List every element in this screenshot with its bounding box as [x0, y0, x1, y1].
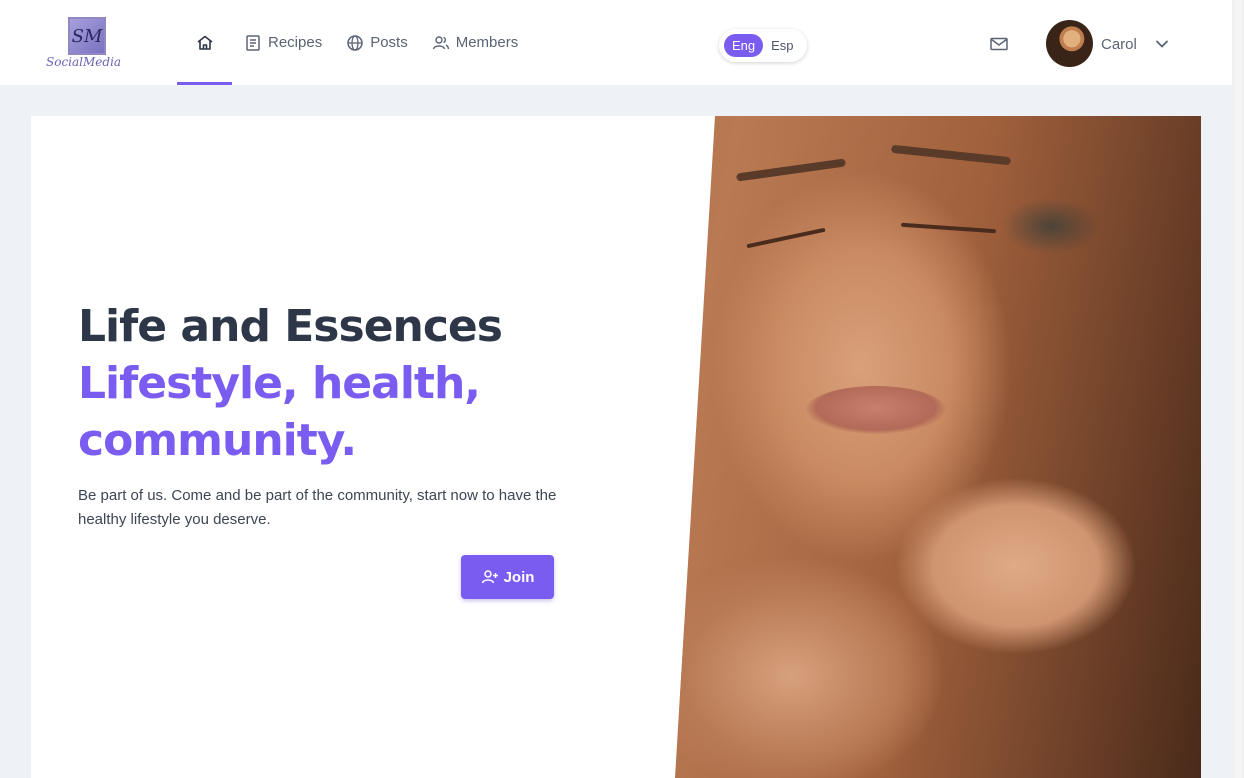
- hero-section: Life and Essences Lifestyle, health, com…: [31, 116, 1201, 778]
- main-nav: Recipes Posts Members: [177, 0, 530, 85]
- language-toggle: Eng Esp: [719, 29, 807, 62]
- hero-headline: Life and Essences Lifestyle, health, com…: [78, 298, 503, 469]
- logo-mark: SM: [68, 17, 106, 55]
- logo-wordmark: SocialMedia: [46, 55, 122, 69]
- nav-recipes[interactable]: Recipes: [232, 0, 334, 85]
- nav-recipes-label: Recipes: [268, 34, 323, 51]
- join-button[interactable]: Join: [461, 555, 554, 599]
- top-navbar: SM SocialMedia Recipes Posts Members Eng…: [0, 0, 1232, 85]
- page-scrollbar[interactable]: [1232, 0, 1244, 778]
- nav-home[interactable]: [177, 0, 232, 85]
- mail-icon[interactable]: [989, 35, 1009, 53]
- user-name[interactable]: Carol: [1101, 36, 1137, 53]
- chevron-down-icon[interactable]: [1154, 37, 1170, 51]
- nav-posts-label: Posts: [370, 34, 408, 51]
- hero-highlight-line1: Lifestyle, health,: [78, 358, 481, 409]
- scrollbar-thumb[interactable]: [1235, 0, 1241, 778]
- nav-members-label: Members: [455, 34, 519, 51]
- users-icon: [432, 34, 450, 52]
- join-button-label: Join: [503, 568, 535, 586]
- hero-highlight-line2: community.: [78, 415, 357, 466]
- nav-members[interactable]: Members: [420, 0, 531, 85]
- hero-title: Life and Essences: [78, 301, 503, 352]
- book-icon: [244, 34, 262, 52]
- lang-esp-option[interactable]: Esp: [763, 34, 801, 57]
- lang-eng-option[interactable]: Eng: [724, 34, 764, 57]
- logo-monogram: SM: [71, 25, 103, 47]
- home-icon: [196, 34, 214, 52]
- globe-icon: [346, 34, 364, 52]
- nav-posts[interactable]: Posts: [334, 0, 420, 85]
- hero-description: Be part of us. Come and be part of the c…: [78, 487, 557, 528]
- brand-logo[interactable]: SM SocialMedia: [44, 14, 134, 74]
- user-avatar[interactable]: [1046, 20, 1093, 67]
- user-plus-icon: [481, 569, 499, 585]
